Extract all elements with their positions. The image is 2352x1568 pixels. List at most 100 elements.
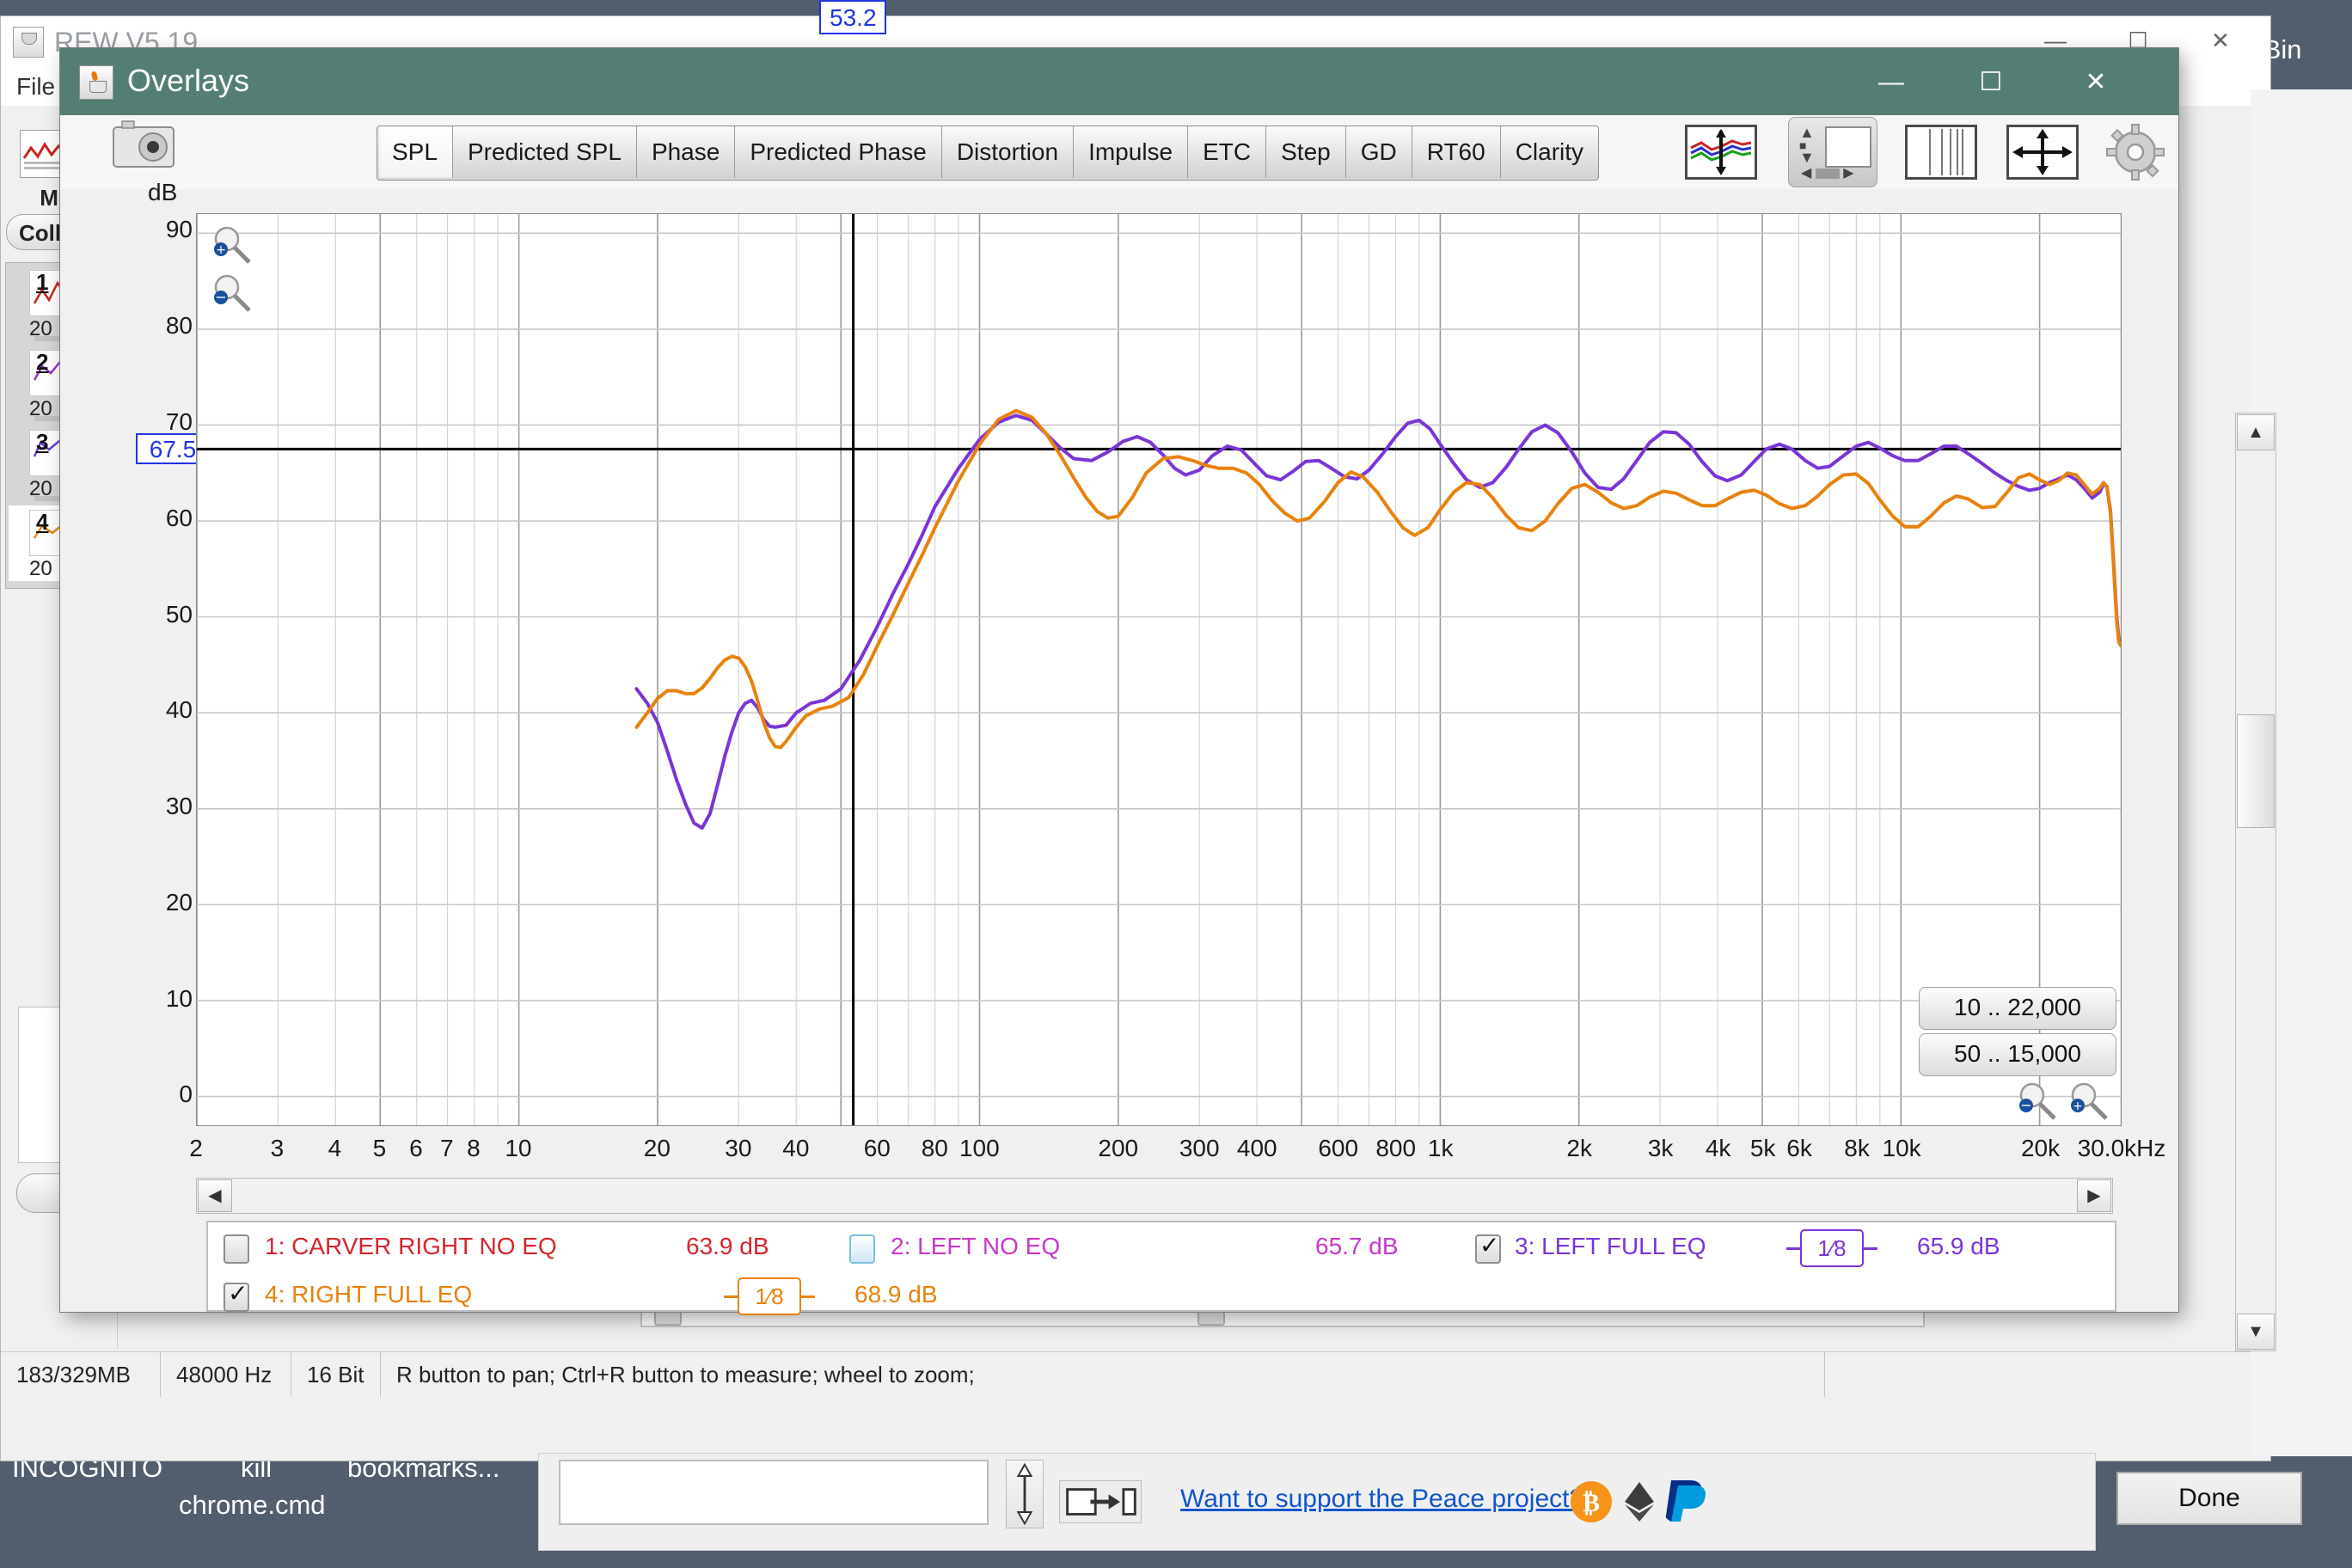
y-tick-40: 40	[165, 696, 193, 724]
overlays-title: Overlays	[127, 63, 250, 98]
peace-support-link[interactable]: Want to support the Peace project?	[1180, 1485, 1583, 1514]
x-tick-80: 80	[921, 1135, 948, 1161]
rew-right-scrollbar[interactable]: ▲ ▼	[2235, 413, 2276, 1351]
scroll-right-icon[interactable]: ▶	[2077, 1179, 2111, 1212]
legend-smoothing-4[interactable]: 1⁄8	[724, 1277, 815, 1315]
x-tick-4k: 4k	[1705, 1135, 1731, 1161]
legend-checkbox-2[interactable]	[849, 1234, 875, 1264]
y-tick-30: 30	[165, 793, 193, 820]
fit-both-axes-button[interactable]	[2006, 125, 2079, 180]
spl-graph-plot[interactable]	[196, 213, 2122, 1126]
overlays-minimize-button[interactable]: —	[1859, 64, 1924, 101]
overlays-close-button[interactable]: ✕	[2063, 64, 2128, 101]
menu-file[interactable]: File	[16, 73, 55, 101]
svg-text:−: −	[2020, 1097, 2031, 1113]
svg-text:−: −	[215, 289, 226, 305]
graph-settings-gear-icon[interactable]	[2106, 124, 2165, 181]
measurement-length-4: 20	[29, 557, 52, 580]
tab-step[interactable]: Step	[1266, 126, 1346, 178]
overlays-maximize-button[interactable]: ☐	[1958, 64, 2024, 101]
paypal-icon[interactable]	[1659, 1477, 1707, 1525]
legend-name-1[interactable]: 1: CARVER RIGHT NO EQ	[265, 1233, 557, 1260]
x-tick-3k: 3k	[1647, 1135, 1674, 1161]
x-tick-20: 20	[643, 1135, 671, 1161]
legend-db-4: 68.9 dB	[854, 1281, 938, 1308]
smoothing-left-wing-4	[724, 1295, 739, 1298]
peace-updown-icon[interactable]	[1006, 1460, 1044, 1528]
peace-text-input[interactable]	[559, 1460, 989, 1525]
y-tick-20: 20	[165, 888, 193, 916]
overlays-java-icon	[79, 65, 113, 100]
tab-etc[interactable]: ETC	[1188, 126, 1267, 178]
x-tick-8k: 8k	[1844, 1135, 1870, 1161]
x-cursor-readout[interactable]: 53.2	[819, 0, 887, 34]
overlays-tab-strip: SPL Predicted SPL Phase Predicted Phase Dist…	[377, 126, 1600, 181]
rew-scrollbar-thumb[interactable]	[2237, 714, 2275, 828]
tab-distortion[interactable]: Distortion	[941, 126, 1075, 178]
x-tick-10k: 10k	[1882, 1135, 1921, 1161]
camera-capture-icon[interactable]	[112, 120, 182, 170]
peace-export-icon[interactable]	[1059, 1480, 1142, 1523]
x-tick-5k: 5k	[1749, 1135, 1776, 1161]
tab-spl[interactable]: SPL	[377, 126, 453, 178]
x-tick-6: 6	[409, 1135, 423, 1161]
zoom-in-horizontal-icon[interactable]: +	[2067, 1081, 2111, 1123]
done-button[interactable]: Done	[2116, 1472, 2302, 1525]
svg-text:+: +	[2073, 1099, 2083, 1113]
legend-db-2: 65.7 dB	[1315, 1233, 1399, 1259]
bitcoin-icon[interactable]: ₿	[1570, 1480, 1613, 1523]
tab-impulse[interactable]: Impulse	[1074, 126, 1189, 178]
zoom-out-horizontal-icon[interactable]: −	[2015, 1081, 2060, 1123]
x-tick-8: 8	[467, 1135, 481, 1161]
x-tick-800: 800	[1375, 1135, 1417, 1161]
y-tick-10: 10	[165, 984, 193, 1012]
scroll-control-button[interactable]: ▲ ■ ▼ ◀ ▶	[1788, 117, 1877, 187]
ethereum-icon[interactable]	[1618, 1480, 1661, 1523]
tab-predicted-spl[interactable]: Predicted SPL	[452, 126, 637, 178]
legend-checkbox-3[interactable]	[1475, 1231, 1501, 1264]
tab-phase[interactable]: Phase	[636, 126, 736, 178]
tab-gd[interactable]: GD	[1345, 126, 1412, 178]
measurement-number-2: 2	[36, 349, 49, 375]
measurement-number-4: 4	[36, 509, 49, 535]
vertical-limits-button[interactable]	[1685, 125, 1757, 180]
zoom-in-vertical-icon[interactable]: +	[210, 225, 254, 266]
x-tick-1k: 1k	[1427, 1135, 1454, 1161]
legend-smoothing-value-4: 1⁄8	[755, 1283, 784, 1309]
y-tick-50: 50	[165, 600, 193, 628]
horizontal-scrollbar[interactable]: ◀ ▶	[196, 1178, 2113, 1214]
x-tick-600: 600	[1318, 1135, 1359, 1161]
x-tick-5: 5	[372, 1135, 387, 1161]
scroll-down-icon[interactable]: ▼	[2237, 1314, 2275, 1350]
scroll-left-icon[interactable]: ◀	[198, 1179, 232, 1212]
zoom-out-vertical-icon[interactable]: −	[210, 273, 254, 315]
x-tick-100: 100	[959, 1135, 1000, 1161]
status-sample-rate: 48000 Hz	[161, 1352, 291, 1397]
frequency-range-button-2[interactable]: 50 .. 15,000	[1919, 1033, 2116, 1076]
legend-name-2[interactable]: 2: LEFT NO EQ	[891, 1233, 1060, 1260]
status-bit-depth: 16 Bit	[291, 1352, 381, 1397]
tab-clarity[interactable]: Clarity	[1500, 126, 1599, 178]
overlays-titlebar: Overlays — ☐ ✕	[60, 48, 2178, 115]
spl-graph-svg	[197, 214, 2121, 1125]
legend-smoothing-3[interactable]: 1⁄8	[1786, 1229, 1877, 1267]
tab-predicted-phase[interactable]: Predicted Phase	[735, 126, 942, 178]
smoothing-left-wing-3	[1786, 1247, 1802, 1250]
gridlines-button[interactable]	[1905, 125, 1977, 180]
x-axis: 2 3 4 5 6 7 8 10 20 30 40 60 80 100 200 300 400 600 800 1k 2…	[189, 1131, 2165, 1178]
x-tick-400: 400	[1236, 1135, 1277, 1161]
legend-checkbox-1[interactable]	[224, 1234, 249, 1264]
frequency-range-button-1[interactable]: 10 .. 22,000	[1919, 987, 2116, 1030]
desktop-icon-chrome-cmd[interactable]: chrome.cmd	[179, 1490, 326, 1521]
tab-rt60[interactable]: RT60	[1412, 126, 1501, 178]
x-tick-7: 7	[440, 1135, 454, 1161]
measurement-number-1: 1	[36, 269, 49, 295]
legend-name-4[interactable]: 4: RIGHT FULL EQ	[265, 1281, 472, 1308]
rew-close-button[interactable]: ✕	[2195, 25, 2246, 56]
status-memory: 183/329MB	[1, 1352, 161, 1397]
scroll-up-icon[interactable]: ▲	[2237, 414, 2275, 450]
legend-name-3[interactable]: 3: LEFT FULL EQ	[1515, 1233, 1706, 1260]
legend-checkbox-4[interactable]	[224, 1279, 249, 1312]
graph-legend: 1: CARVER RIGHT NO EQ 63.9 dB 2: LEFT NO…	[206, 1221, 2116, 1315]
measurement-number-3: 3	[36, 429, 49, 455]
